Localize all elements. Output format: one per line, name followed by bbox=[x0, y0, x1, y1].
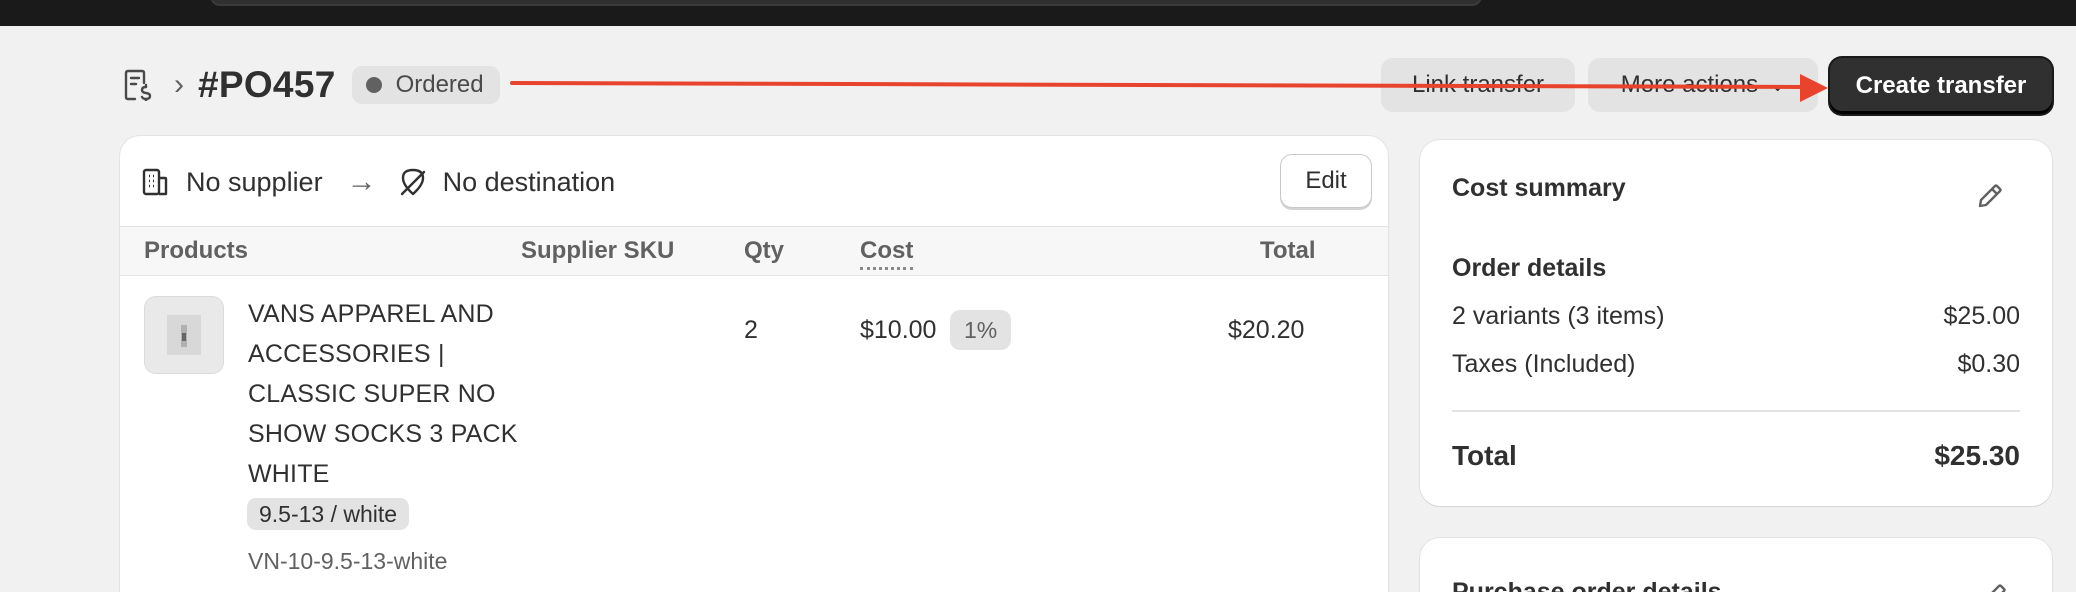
status-label: Ordered bbox=[395, 71, 484, 98]
summary-row-variants: 2 variants (3 items) $25.00 bbox=[1452, 302, 2020, 331]
create-transfer-label: Create transfer bbox=[1855, 72, 2027, 99]
variants-label: 2 variants (3 items) bbox=[1452, 302, 1665, 330]
purchase-order-details-title: Purchase order details bbox=[1452, 578, 1722, 592]
column-cost[interactable]: Cost bbox=[860, 237, 914, 270]
total-value: $20.20 bbox=[1228, 316, 1305, 344]
products-card: No supplier → No destination Edit Produc… bbox=[120, 136, 1388, 592]
cost-summary-title: Cost summary bbox=[1452, 174, 1626, 202]
variant-badge: 9.5-13 / white bbox=[247, 498, 410, 530]
column-supplier-sku: Supplier SKU bbox=[521, 237, 675, 264]
qty-value: 2 bbox=[744, 316, 758, 344]
socks-image-icon bbox=[167, 315, 201, 355]
product-thumbnail[interactable] bbox=[144, 296, 224, 374]
top-bar bbox=[0, 0, 2076, 26]
summary-row-taxes: Taxes (Included) $0.30 bbox=[1452, 350, 2020, 379]
variant-label: 9.5-13 / white bbox=[259, 500, 398, 527]
column-products: Products bbox=[144, 237, 249, 264]
summary-divider bbox=[1452, 410, 2020, 412]
column-qty: Qty bbox=[744, 237, 785, 264]
status-dot-icon bbox=[365, 77, 382, 93]
edit-button[interactable]: Edit bbox=[1280, 154, 1372, 208]
more-actions-label: More actions bbox=[1620, 71, 1759, 98]
total-label: Total bbox=[1452, 440, 1517, 471]
cost-summary-card: Cost summary Order details 2 variants (3… bbox=[1420, 140, 2052, 506]
taxes-value: $0.30 bbox=[1957, 350, 2020, 378]
location-off-icon bbox=[399, 167, 429, 197]
tax-label: 1% bbox=[964, 316, 998, 343]
status-badge: Ordered bbox=[351, 66, 500, 104]
taxes-label: Taxes (Included) bbox=[1452, 350, 1636, 378]
purchase-order-details-card: Purchase order details bbox=[1420, 538, 2052, 592]
supplier-label: No supplier bbox=[186, 166, 323, 197]
tax-badge: 1% bbox=[950, 310, 1012, 350]
pencil-icon[interactable] bbox=[1980, 582, 2008, 592]
total-amount: $25.30 bbox=[1934, 440, 2020, 471]
arrow-right-icon: → bbox=[346, 165, 377, 198]
destination-label: No destination bbox=[442, 166, 616, 197]
order-details-title: Order details bbox=[1452, 254, 1607, 282]
cost-value: $10.00 bbox=[860, 316, 937, 344]
product-title[interactable]: VANS APPAREL AND ACCESSORIES | CLASSIC S… bbox=[248, 294, 518, 494]
chevron-down-icon: ⌄ bbox=[1770, 74, 1786, 95]
more-actions-button[interactable]: More actions ⌄ bbox=[1588, 58, 1818, 112]
page-title: #PO457 bbox=[198, 64, 336, 105]
search-bar[interactable] bbox=[210, 0, 1482, 6]
summary-row-total: Total $25.30 bbox=[1452, 440, 2020, 472]
link-transfer-label: Link transfer bbox=[1411, 71, 1545, 98]
receipt-dollar-icon bbox=[120, 68, 154, 102]
product-sku: VN-10-9.5-13-white bbox=[248, 548, 448, 574]
variants-value: $25.00 bbox=[1943, 302, 2020, 330]
building-icon bbox=[142, 167, 172, 197]
breadcrumb-chevron-icon: › bbox=[174, 68, 184, 101]
route-row: No supplier → No destination bbox=[142, 162, 615, 202]
page-header: › #PO457 Ordered bbox=[120, 58, 500, 112]
link-transfer-button[interactable]: Link transfer bbox=[1381, 58, 1575, 112]
edit-label: Edit bbox=[1305, 167, 1347, 194]
column-total: Total bbox=[1260, 237, 1316, 264]
create-transfer-button[interactable]: Create transfer bbox=[1830, 58, 2052, 114]
pencil-icon[interactable] bbox=[1974, 180, 2006, 212]
table-header: Products Supplier SKU Qty Cost Total bbox=[120, 226, 1388, 276]
